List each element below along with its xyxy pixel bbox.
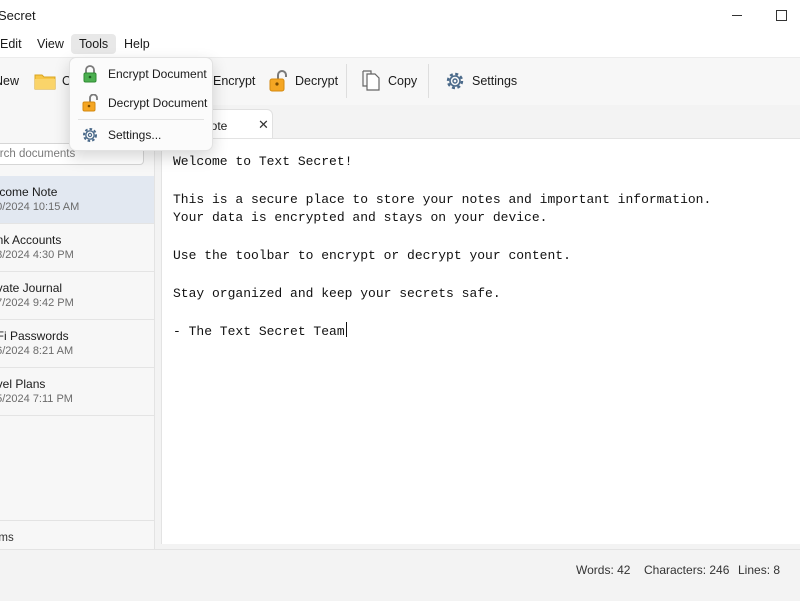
menu-item-settings[interactable]: Settings... — [70, 122, 212, 148]
status-bar: Words: 42 Characters: 246 Lines: 8 — [0, 549, 800, 601]
menu-item-encrypt-document[interactable]: Encrypt Document — [70, 61, 212, 87]
maximize-button[interactable] — [758, 0, 800, 31]
folder-icon — [34, 70, 56, 92]
lock-closed-icon — [80, 64, 100, 84]
settings-label: Settings — [472, 74, 518, 88]
menu-help[interactable]: Help — [116, 34, 158, 54]
list-item[interactable]: rivate Journal 17/2024 9:42 PM — [0, 272, 154, 320]
new-button[interactable]: New — [0, 66, 19, 96]
document-title: avel Plans — [0, 377, 46, 391]
menu-item-label: Settings... — [108, 128, 162, 142]
lock-open-icon — [267, 70, 289, 92]
document-date: 18/2024 4:30 PM — [0, 249, 74, 261]
encrypt-button[interactable]: Encrypt — [213, 66, 255, 96]
toolbar-divider — [428, 64, 429, 98]
encrypt-label: Encrypt — [213, 74, 256, 88]
maximize-icon — [775, 10, 787, 21]
copy-label: Copy — [388, 74, 418, 88]
tab-bar: e Note ✕ — [155, 105, 800, 139]
list-item[interactable]: ank Accounts 18/2024 4:30 PM — [0, 224, 154, 272]
copy-icon — [360, 70, 382, 92]
list-item[interactable]: elcome Note 20/2024 10:15 AM — [0, 176, 154, 224]
document-title: i-Fi Passwords — [0, 329, 69, 343]
lock-open-icon — [80, 93, 100, 113]
document-date: 15/2024 7:11 PM — [0, 393, 73, 405]
menu-divider — [78, 119, 204, 120]
line-count: Lines: 8 — [738, 563, 781, 577]
document-title: ank Accounts — [0, 233, 62, 247]
sidebar: elcome Note 20/2024 10:15 AM ank Account… — [0, 105, 155, 549]
document-title: elcome Note — [0, 185, 58, 199]
menu-bar: Edit View Tools Help — [0, 31, 800, 57]
document-list: elcome Note 20/2024 10:15 AM ank Account… — [0, 176, 154, 416]
close-icon[interactable]: ✕ — [258, 117, 269, 133]
new-label: New — [0, 74, 20, 88]
title-bar: Secret — [0, 0, 800, 31]
document-title: rivate Journal — [0, 281, 63, 295]
editor-text[interactable]: Welcome to Text Secret! This is a secure… — [173, 153, 711, 342]
document-date: 20/2024 10:15 AM — [0, 201, 80, 213]
minimize-icon — [732, 15, 742, 16]
word-count: Words: 42 — [576, 563, 631, 577]
menu-view[interactable]: View — [29, 34, 72, 54]
menu-edit[interactable]: Edit — [0, 34, 30, 54]
document-date: 16/2024 8:21 AM — [0, 345, 74, 357]
list-item[interactable]: avel Plans 15/2024 7:11 PM — [0, 368, 154, 416]
menu-item-decrypt-document[interactable]: Decrypt Document — [70, 90, 212, 116]
minimize-button[interactable] — [714, 0, 760, 31]
items-count: ems — [0, 532, 14, 544]
text-cursor — [345, 322, 347, 338]
decrypt-button[interactable]: Decrypt — [267, 66, 338, 96]
settings-button[interactable]: Settings — [444, 66, 517, 96]
menu-tools[interactable]: Tools — [71, 34, 117, 54]
document-date: 17/2024 9:42 PM — [0, 297, 74, 309]
list-item[interactable]: i-Fi Passwords 16/2024 8:21 AM — [0, 320, 154, 368]
decrypt-label: Decrypt — [295, 74, 339, 88]
character-count: Characters: 246 — [644, 563, 730, 577]
editor-area[interactable]: Welcome to Text Secret! This is a secure… — [161, 138, 800, 544]
toolbar-divider — [346, 64, 347, 98]
gear-icon — [444, 70, 466, 92]
tools-dropdown-menu: Encrypt Document Decrypt Document Settin… — [69, 57, 213, 151]
app-title: Secret — [0, 8, 36, 23]
open-button[interactable]: O — [34, 66, 72, 96]
copy-button[interactable]: Copy — [360, 66, 417, 96]
sidebar-footer: ems — [0, 520, 154, 550]
menu-item-label: Encrypt Document — [108, 67, 207, 81]
gear-icon — [80, 125, 100, 145]
menu-item-label: Decrypt Document — [108, 96, 208, 110]
